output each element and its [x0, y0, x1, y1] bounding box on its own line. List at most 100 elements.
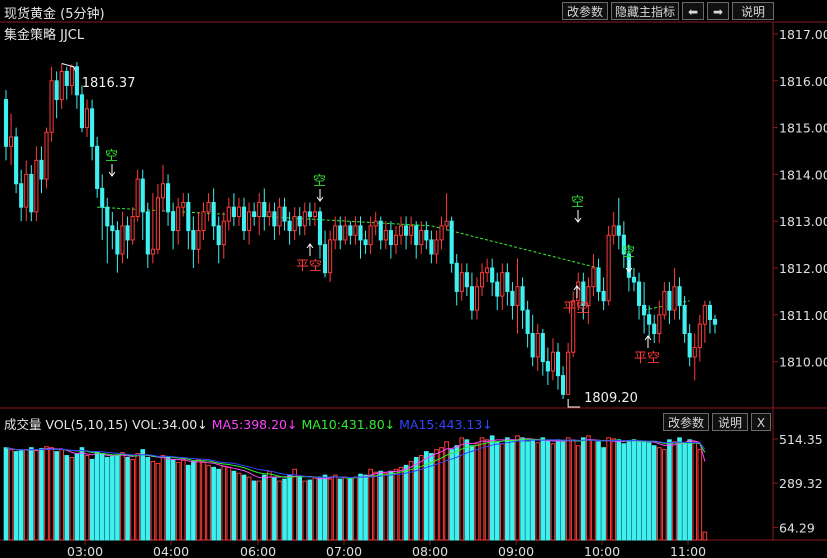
candle[interactable] — [145, 211, 150, 255]
candle[interactable] — [525, 309, 530, 335]
candle[interactable] — [267, 211, 272, 218]
candle[interactable] — [545, 361, 550, 372]
candle[interactable] — [561, 375, 566, 395]
candle[interactable] — [631, 276, 637, 283]
candle[interactable] — [459, 272, 464, 292]
candle[interactable] — [110, 225, 115, 232]
candle[interactable] — [216, 225, 221, 246]
candle[interactable] — [378, 220, 383, 241]
candle[interactable] — [39, 159, 44, 180]
candle[interactable] — [495, 281, 500, 297]
candle[interactable] — [252, 211, 257, 218]
candle[interactable] — [469, 286, 474, 311]
candle[interactable] — [338, 225, 343, 241]
candle[interactable] — [236, 206, 242, 218]
candle[interactable] — [454, 262, 459, 292]
candle[interactable] — [707, 304, 713, 320]
candle[interactable] — [241, 206, 247, 232]
candle[interactable] — [439, 225, 444, 241]
candle[interactable] — [520, 286, 525, 311]
candle[interactable] — [287, 220, 292, 232]
candle[interactable] — [231, 206, 236, 218]
candle[interactable] — [221, 220, 226, 246]
candle[interactable] — [591, 267, 596, 288]
candle[interactable] — [69, 66, 74, 86]
candle[interactable] — [490, 267, 495, 283]
candle[interactable] — [262, 201, 267, 218]
candle[interactable] — [3, 99, 9, 147]
candle[interactable] — [100, 187, 105, 208]
candle[interactable] — [49, 80, 54, 133]
candle[interactable] — [697, 323, 702, 349]
candle[interactable] — [333, 225, 338, 241]
candle[interactable] — [247, 211, 252, 232]
candle[interactable] — [302, 211, 307, 227]
candle[interactable] — [14, 136, 19, 185]
candle[interactable] — [606, 234, 611, 302]
candle[interactable] — [373, 220, 378, 227]
candle[interactable] — [677, 286, 682, 306]
candle[interactable] — [657, 314, 662, 335]
candle[interactable] — [19, 183, 24, 208]
candle[interactable] — [596, 267, 601, 292]
candle[interactable] — [317, 211, 323, 246]
candle[interactable] — [211, 201, 216, 227]
close-icon[interactable]: X — [751, 413, 771, 431]
candle[interactable] — [429, 239, 434, 255]
candle[interactable] — [181, 201, 186, 208]
candle[interactable] — [535, 333, 540, 358]
candle[interactable] — [515, 286, 520, 306]
candle[interactable] — [474, 286, 480, 311]
candle[interactable] — [667, 290, 672, 311]
candle[interactable] — [636, 281, 642, 306]
candle[interactable] — [135, 178, 140, 218]
candle[interactable] — [702, 304, 707, 325]
candle[interactable] — [54, 80, 59, 101]
candle[interactable] — [388, 230, 393, 246]
candle[interactable] — [409, 225, 414, 236]
candle[interactable] — [672, 286, 677, 311]
candle[interactable] — [682, 304, 687, 335]
candle[interactable] — [130, 216, 135, 241]
candle[interactable] — [165, 183, 171, 213]
candle[interactable] — [201, 211, 206, 232]
volume-params-button[interactable]: 改参数 — [663, 413, 709, 431]
candle[interactable] — [449, 220, 454, 264]
candle[interactable] — [479, 272, 485, 288]
volume-help-button[interactable]: 说明 — [712, 413, 748, 431]
candle[interactable] — [414, 225, 419, 246]
candle[interactable] — [105, 206, 110, 227]
candle[interactable] — [652, 323, 657, 335]
candle[interactable] — [120, 225, 125, 255]
candle[interactable] — [140, 178, 145, 213]
candle[interactable] — [662, 290, 667, 316]
candle[interactable] — [328, 239, 333, 274]
candle[interactable] — [343, 225, 348, 241]
candle[interactable] — [272, 211, 277, 227]
candle[interactable] — [647, 314, 652, 325]
candle[interactable] — [348, 225, 353, 236]
candle[interactable] — [171, 211, 176, 232]
candle[interactable] — [642, 304, 647, 316]
candle[interactable] — [419, 230, 424, 246]
candle[interactable] — [297, 216, 302, 227]
candle[interactable] — [500, 272, 505, 297]
candle[interactable] — [257, 201, 262, 218]
candle[interactable] — [358, 225, 363, 241]
candle[interactable] — [90, 108, 95, 147]
candle[interactable] — [510, 290, 515, 306]
candle[interactable] — [196, 230, 201, 250]
candle[interactable] — [79, 94, 85, 129]
candle[interactable] — [59, 70, 64, 101]
candle[interactable] — [505, 272, 510, 292]
candle[interactable] — [601, 290, 606, 302]
candle[interactable] — [186, 201, 191, 232]
candle[interactable] — [404, 225, 409, 236]
candle[interactable] — [692, 347, 697, 358]
candle[interactable] — [485, 267, 490, 274]
candle[interactable] — [307, 211, 312, 218]
candle[interactable] — [550, 351, 556, 372]
candle[interactable] — [125, 225, 130, 241]
candle[interactable] — [444, 220, 449, 227]
candle[interactable] — [393, 234, 399, 246]
